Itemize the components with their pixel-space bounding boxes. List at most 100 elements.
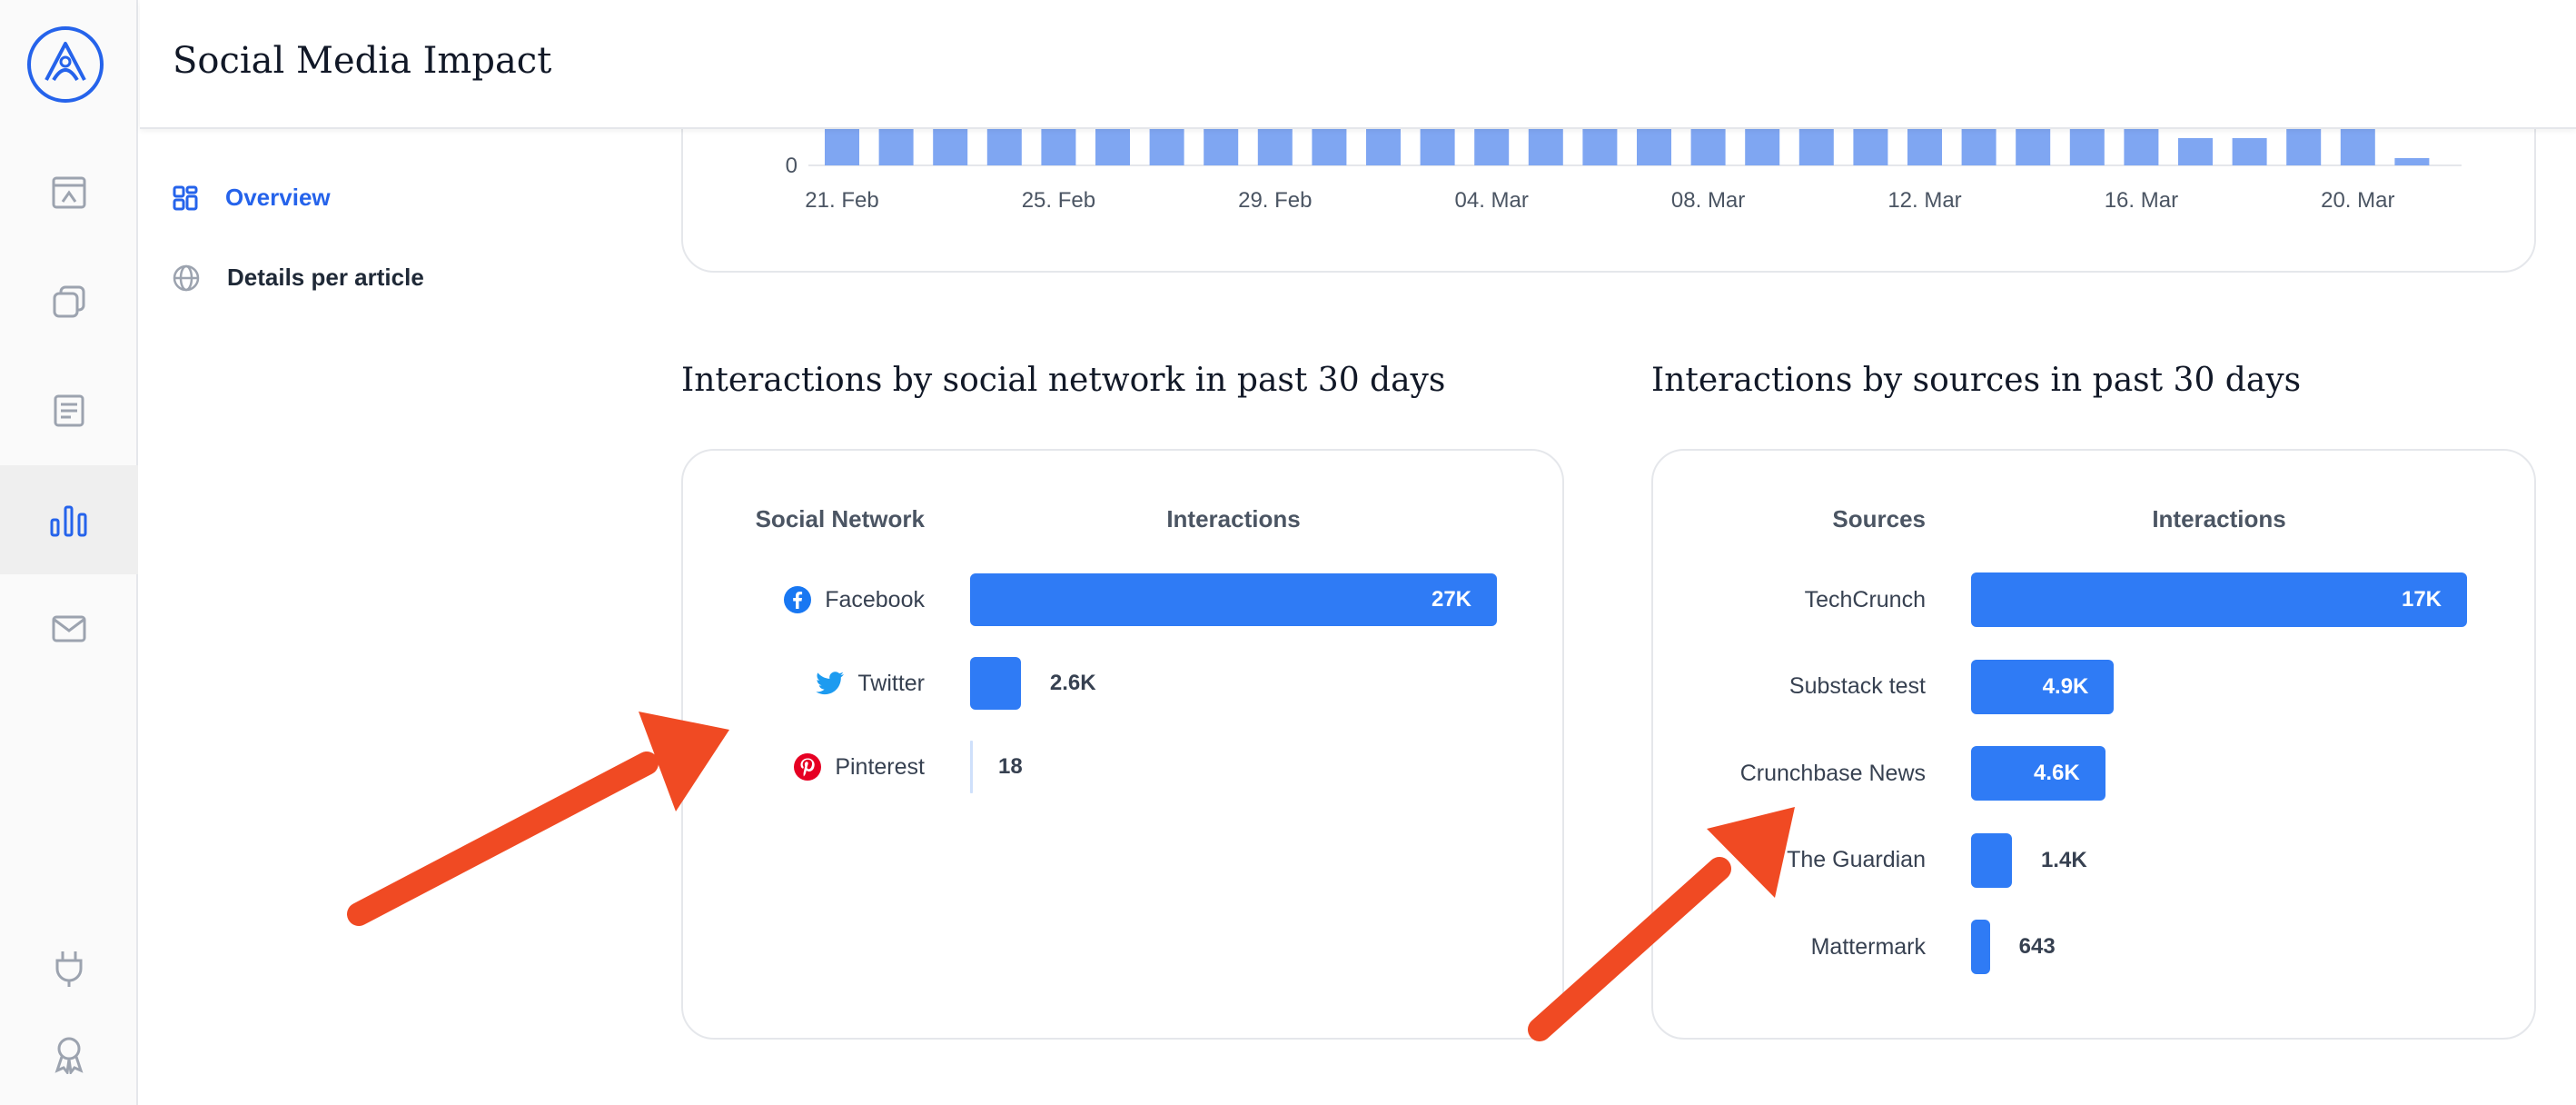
row-label: Pinterest — [727, 751, 925, 783]
daily-interactions-bar[interactable] — [986, 127, 1022, 165]
facebook-icon — [783, 585, 812, 614]
row-label-text: Substack test — [1788, 673, 1926, 699]
daily-interactions-bar[interactable] — [1420, 127, 1455, 165]
globe-icon — [173, 264, 200, 291]
row-label-text: TechCrunch — [1804, 586, 1926, 612]
x-tick-label: 25. Feb — [1022, 188, 1095, 213]
daily-interactions-bar[interactable] — [1582, 127, 1618, 165]
nav-articles[interactable] — [0, 356, 138, 465]
pinterest-icon — [793, 752, 822, 781]
page-title: Social Media Impact — [173, 40, 552, 82]
article-icon — [54, 394, 84, 427]
daily-interactions-bar[interactable] — [2016, 127, 2051, 165]
row-label: Twitter — [727, 667, 925, 700]
daily-interactions-bar[interactable] — [1312, 127, 1347, 165]
mail-icon — [52, 615, 86, 642]
nav-copy[interactable] — [0, 247, 138, 356]
subnav-item-overview[interactable]: Overview — [173, 184, 331, 212]
row-label: TechCrunch — [1671, 583, 1926, 616]
daily-interactions-bar[interactable] — [2069, 127, 2105, 165]
daily-interactions-bar[interactable] — [1257, 127, 1293, 165]
subnav-item-details[interactable]: Details per article — [173, 264, 424, 292]
top-header: Social Media Impact — [140, 0, 2576, 129]
daily-interactions-bar[interactable] — [1204, 127, 1239, 165]
row-label-text: Facebook — [825, 586, 925, 612]
sources-section-title: Interactions by sources in past 30 days — [1651, 362, 2302, 399]
daily-interactions-bar[interactable] — [2178, 138, 2213, 165]
daily-interactions-bar[interactable] — [1637, 127, 1671, 165]
copy-icon — [53, 285, 85, 318]
row-label: Mattermark — [1671, 931, 1926, 963]
sources-col-label: Sources — [1832, 505, 1926, 533]
daily-interactions-bar[interactable] — [1095, 127, 1130, 165]
daily-interactions-bar[interactable] — [1528, 127, 1563, 165]
row-label-text: Pinterest — [835, 753, 925, 780]
daily-interactions-bar[interactable] — [1745, 127, 1780, 165]
daily-interactions-bar[interactable] — [1366, 127, 1401, 165]
daily-interactions-bar[interactable] — [1907, 127, 1942, 165]
plug-icon — [55, 951, 83, 987]
row-label: The Guardian — [1671, 844, 1926, 877]
interaction-bar[interactable] — [1971, 920, 1990, 974]
subnav-label-details: Details per article — [227, 264, 424, 291]
x-tick-label: 29. Feb — [1238, 188, 1312, 213]
daily-interactions-bar[interactable] — [2232, 138, 2267, 165]
app-logo[interactable] — [26, 25, 104, 104]
sources-col-value: Interactions — [2152, 505, 2286, 533]
nav-mail[interactable] — [0, 574, 138, 683]
interaction-bar[interactable] — [970, 741, 973, 793]
daily-interactions-bar[interactable] — [2286, 127, 2322, 165]
daily-interactions-bar[interactable] — [1041, 127, 1076, 165]
daily-interactions-bar[interactable] — [1798, 127, 1834, 165]
row-label-text: Crunchbase News — [1739, 760, 1926, 786]
bar-value-label: 1.4K — [2040, 847, 2087, 872]
bar-value-label: 18 — [998, 754, 1023, 779]
x-tick-label: 20. Mar — [2321, 188, 2394, 213]
daily-interactions-bar[interactable] — [1149, 127, 1184, 165]
daily-interactions-bar[interactable] — [1690, 127, 1726, 165]
x-tick-label: 08. Mar — [1671, 188, 1745, 213]
row-label: Substack test — [1671, 671, 1926, 703]
nav-awards[interactable] — [0, 1000, 138, 1105]
bar-value-label: 4.9K — [2042, 673, 2089, 699]
x-tick-label: 16. Mar — [2105, 188, 2178, 213]
secondary-nav: Overview Details per article — [140, 129, 649, 1105]
x-tick-label: 12. Mar — [1887, 188, 1961, 213]
bar-value-label: 643 — [2018, 934, 2056, 959]
twitter-icon — [816, 671, 845, 696]
x-tick-label: 21. Feb — [805, 188, 878, 213]
bar-value-label: 17K — [2401, 587, 2442, 612]
row-label: Facebook — [727, 583, 925, 616]
y-tick-label: 0 — [786, 154, 798, 178]
bar-value-label: 27K — [1431, 587, 1471, 612]
interaction-bar[interactable] — [970, 657, 1021, 710]
social-section-title: Interactions by social network in past 3… — [681, 362, 1446, 399]
x-tick-label: 04. Mar — [1455, 188, 1529, 213]
daily-interactions-bar[interactable] — [878, 127, 914, 165]
bar-value-label: 4.6K — [2034, 761, 2080, 785]
daily-interactions-bar[interactable] — [1961, 127, 1996, 165]
nav-layout[interactable] — [0, 138, 138, 247]
daily-interactions-bar[interactable] — [2340, 127, 2375, 165]
bar-value-label: 2.6K — [1049, 671, 1096, 695]
nav-analytics[interactable] — [0, 465, 138, 574]
subnav-label-overview: Overview — [225, 184, 331, 211]
daily-interactions-bar[interactable] — [1474, 127, 1510, 165]
social-col-value: Interactions — [1166, 505, 1301, 533]
daily-interactions-bar[interactable] — [825, 127, 859, 165]
daily-interactions-bar[interactable] — [2394, 158, 2430, 165]
icon-rail — [0, 0, 138, 1105]
daily-interactions-bar[interactable] — [1853, 127, 1888, 165]
row-label-text: Mattermark — [1810, 933, 1926, 960]
award-icon — [54, 1037, 84, 1074]
interaction-bar[interactable] — [1971, 832, 2012, 888]
bar-chart-icon — [50, 505, 87, 537]
social-network-card — [681, 449, 1564, 1040]
dashboard-icon — [173, 185, 198, 210]
layout-icon — [52, 176, 86, 209]
social-col-label: Social Network — [755, 505, 925, 533]
daily-interactions-bar[interactable] — [933, 127, 968, 165]
daily-interactions-bar[interactable] — [2124, 127, 2159, 165]
row-label-text: The Guardian — [1787, 847, 1926, 872]
row-label-text: Twitter — [857, 670, 925, 696]
